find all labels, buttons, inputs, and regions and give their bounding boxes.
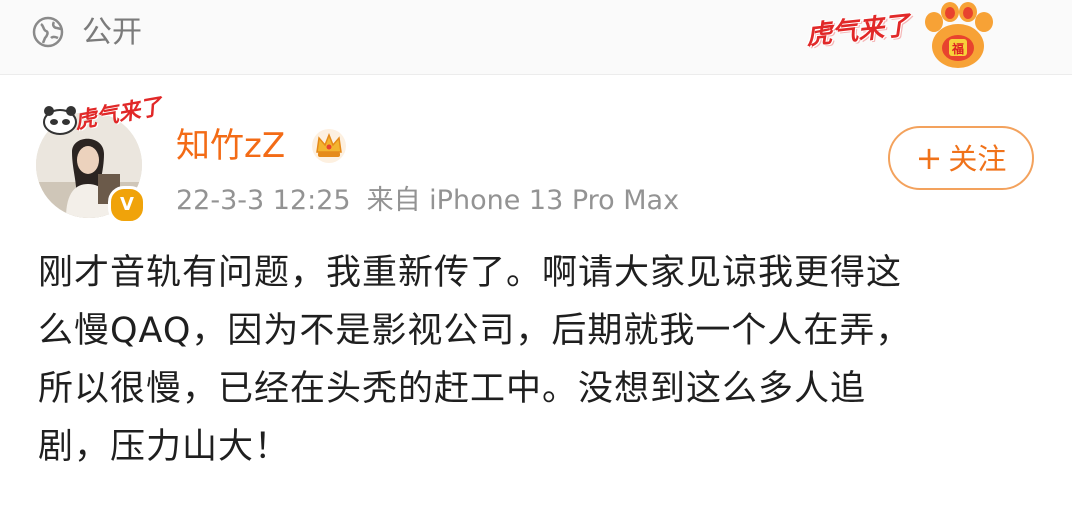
globe-icon [32, 16, 64, 48]
visibility-label: 公开 [82, 15, 142, 50]
festival-badge[interactable]: 虎气来了 福 [804, 0, 996, 74]
post-body-line: 剧，压力山大！ [38, 427, 291, 467]
festival-badge-text: 虎气来了 [804, 10, 912, 52]
panda-icon [43, 106, 77, 135]
post-body-line: 刚才音轨有问题，我重新传了。啊请大家见谅我更得这 [38, 253, 903, 293]
verified-badge-icon: V [108, 186, 146, 224]
author-name[interactable]: 知竹zZ [176, 124, 285, 168]
plus-icon: + [915, 139, 943, 177]
post-body-line: 所以很慢，已经在头秃的赶工中。没想到这么多人追 [38, 369, 867, 409]
follow-label: 关注 [948, 142, 1007, 176]
avatar[interactable]: 虎气来了 V [32, 95, 164, 224]
post-body-line: 么慢QAQ，因为不是影视公司，后期就我一个人在弄， [38, 311, 912, 351]
post-body: 刚才音轨有问题，我重新传了。啊请大家见谅我更得这 么慢QAQ，因为不是影视公司，… [38, 244, 1038, 476]
svg-text:福: 福 [951, 41, 964, 56]
post-timestamp: 22-3-3 12:25 [176, 185, 351, 216]
post-source: 来自 iPhone 13 Pro Max [366, 185, 680, 216]
post-header: 公开 虎气来了 福 [0, 0, 1072, 74]
crown-icon [312, 129, 346, 163]
tiger-paw-icon: 福 [925, 2, 993, 68]
post-meta: 22-3-3 12:25 来自 iPhone 13 Pro Max [176, 184, 679, 218]
follow-button[interactable]: + 关注 [888, 126, 1034, 190]
header-divider [0, 74, 1072, 75]
